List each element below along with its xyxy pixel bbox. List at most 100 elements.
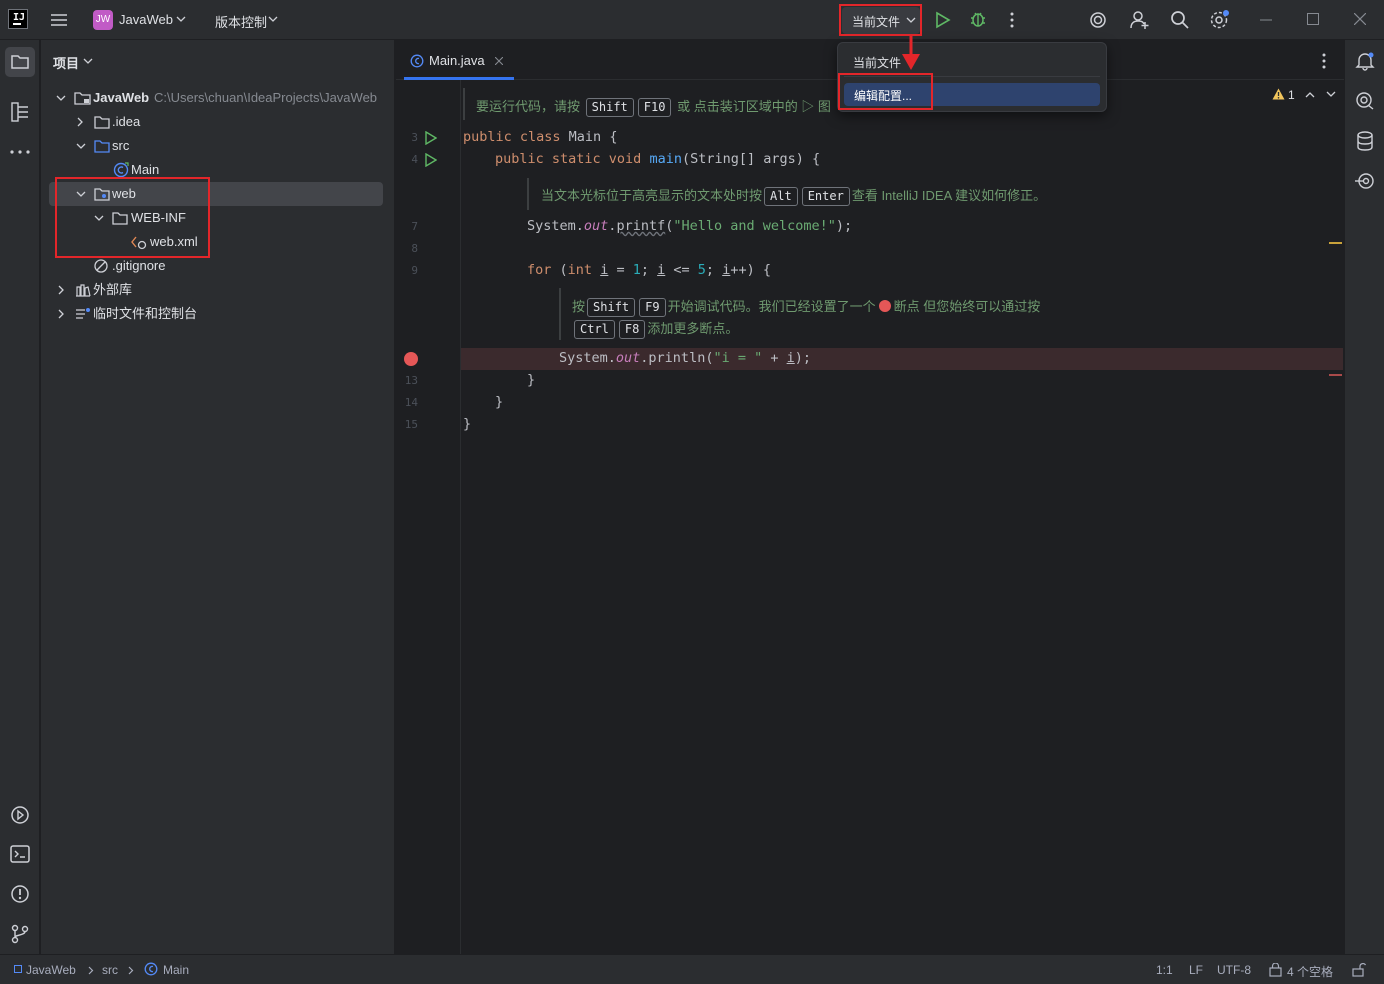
scroll-marker-warning[interactable] <box>1329 242 1342 244</box>
key-f10: F10 <box>637 98 672 118</box>
java-class-icon <box>410 54 424 68</box>
folder-icon <box>94 116 110 129</box>
ai-chat-icon[interactable] <box>1355 91 1375 111</box>
tab-label: Main.java <box>429 53 485 68</box>
maximize-window-icon[interactable] <box>1307 13 1319 25</box>
java-class-icon <box>113 162 129 178</box>
vcs-menu[interactable]: 版本控制 <box>215 12 267 31</box>
module-folder-icon <box>74 92 91 105</box>
tree-item-external-libraries[interactable]: 外部库 <box>41 278 383 302</box>
scroll-marker-breakpoint[interactable] <box>1329 374 1342 376</box>
caret-position[interactable]: 1:1 <box>1156 963 1173 977</box>
key-ctrl: Ctrl <box>574 320 615 340</box>
database-icon[interactable] <box>1356 131 1374 151</box>
line-number: 8 <box>411 242 418 255</box>
settings-gear-icon[interactable] <box>1209 10 1231 30</box>
popup-item-current-file[interactable]: 当前文件 <box>853 54 901 71</box>
git-tool-icon[interactable] <box>11 924 29 944</box>
code-line-14[interactable]: } <box>495 394 503 410</box>
endpoints-icon[interactable] <box>1355 171 1375 191</box>
main-menu-icon[interactable] <box>50 12 68 28</box>
chevron-right-icon[interactable] <box>77 117 84 127</box>
folder-icon <box>11 54 29 69</box>
minimize-window-icon[interactable] <box>1260 19 1272 21</box>
indent-lock-icon <box>1269 963 1282 977</box>
java-class-icon <box>144 962 158 976</box>
breadcrumb-project[interactable]: JavaWeb <box>26 963 76 977</box>
code-line-12[interactable]: System.out.println("i = " + i); <box>559 350 811 366</box>
code-line-9[interactable]: for (int i = 1; i <= 5; i++) { <box>527 262 771 278</box>
intention-hint-prefix: 当文本光标位于高亮显示的文本处时按 <box>541 188 763 203</box>
problems-tool-icon[interactable] <box>10 884 30 904</box>
key-f9: F9 <box>639 298 666 318</box>
chevron-down-icon[interactable] <box>268 16 278 23</box>
project-name[interactable]: JavaWeb <box>119 12 173 27</box>
breakpoint-dot-icon <box>878 300 891 312</box>
key-shift: Shift <box>587 298 636 318</box>
project-tool-button[interactable] <box>5 47 35 77</box>
tree-path: C:\Users\chuan\IdeaProjects\JavaWeb <box>154 90 378 105</box>
run-hint-prefix: 要运行代码，请按 <box>476 99 581 114</box>
intention-hint: 当文本光标位于高亮显示的文本处时按 Alt Enter 查看 IntelliJ IDE… <box>541 185 1046 207</box>
debug-hint-middle: 开始调试代码。我们已经设置了一个 <box>667 299 876 314</box>
warnings-count[interactable]: 1 <box>1288 88 1295 102</box>
code-line-4[interactable]: public static void main(String[] args) { <box>495 151 820 167</box>
indent-setting[interactable]: 4 个空格 <box>1287 963 1333 980</box>
tab-options-icon[interactable] <box>1321 53 1327 69</box>
warning-icon[interactable] <box>1272 88 1285 100</box>
breadcrumb-main[interactable]: Main <box>163 963 189 977</box>
tree-item-javaweb[interactable]: JavaWeb C:\Users\chuan\IdeaProjects\Java… <box>41 86 383 110</box>
read-only-toggle-icon[interactable] <box>1352 963 1366 977</box>
close-tab-icon[interactable] <box>495 57 503 65</box>
key-shift: Shift <box>585 98 634 118</box>
terminal-tool-icon[interactable] <box>10 845 30 863</box>
debug-hint-suffix: 添加更多断点。 <box>647 321 739 336</box>
breadcrumb-src[interactable]: src <box>102 963 118 977</box>
ai-assistant-icon[interactable] <box>1089 11 1107 29</box>
file-encoding[interactable]: UTF-8 <box>1217 963 1251 977</box>
key-enter: Enter <box>801 187 850 207</box>
structure-tool-icon[interactable] <box>11 102 29 122</box>
chevron-down-icon[interactable] <box>76 143 86 150</box>
line-number: 4 <box>411 153 418 166</box>
chevron-right-icon[interactable] <box>58 309 65 319</box>
chevron-down-icon[interactable] <box>83 58 93 65</box>
notifications-bell-icon[interactable] <box>1355 51 1375 71</box>
services-tool-icon[interactable] <box>10 805 30 825</box>
line-separator[interactable]: LF <box>1189 963 1203 977</box>
chevron-down-icon[interactable] <box>56 95 66 102</box>
chevron-up-icon[interactable] <box>1305 91 1315 98</box>
tree-item-scratches[interactable]: 临时文件和控制台 <box>41 302 383 326</box>
gutter-run-icon[interactable] <box>425 131 437 145</box>
run-icon[interactable] <box>935 11 951 29</box>
scratches-icon <box>76 308 90 319</box>
code-line-3[interactable]: public class Main { <box>463 129 617 145</box>
chevron-down-icon[interactable] <box>1326 91 1336 98</box>
code-line-13[interactable]: } <box>527 372 535 388</box>
chevron-down-icon[interactable] <box>176 16 186 23</box>
tree-label: .idea <box>112 114 141 129</box>
close-window-icon[interactable] <box>1354 13 1366 25</box>
chevron-right-icon <box>128 966 134 975</box>
more-tools-icon[interactable] <box>10 150 30 154</box>
gutter-separator <box>460 80 461 954</box>
key-alt: Alt <box>764 187 798 207</box>
code-line-7[interactable]: System.out.printf("Hello and welcome!"); <box>527 218 852 234</box>
more-actions-icon[interactable] <box>1009 12 1015 28</box>
tree-item-src[interactable]: src <box>41 134 383 158</box>
tab-main-java[interactable]: Main.java <box>404 48 514 80</box>
breakpoint-icon[interactable] <box>404 352 418 366</box>
hint-bar <box>463 88 465 120</box>
gutter-run-icon[interactable] <box>425 153 437 167</box>
line-number: 3 <box>411 131 418 144</box>
chevron-right-icon[interactable] <box>58 285 65 295</box>
project-badge[interactable]: JW <box>93 10 113 30</box>
intellij-logo-icon[interactable]: IJ <box>8 9 28 29</box>
add-user-icon[interactable] <box>1130 10 1150 30</box>
search-icon[interactable] <box>1170 10 1190 30</box>
code-line-15[interactable]: } <box>463 416 471 432</box>
tree-item-idea[interactable]: .idea <box>41 110 383 134</box>
key-f8: F8 <box>618 320 646 340</box>
debug-icon[interactable] <box>969 10 987 28</box>
project-panel-title[interactable]: 项目 <box>53 53 79 72</box>
